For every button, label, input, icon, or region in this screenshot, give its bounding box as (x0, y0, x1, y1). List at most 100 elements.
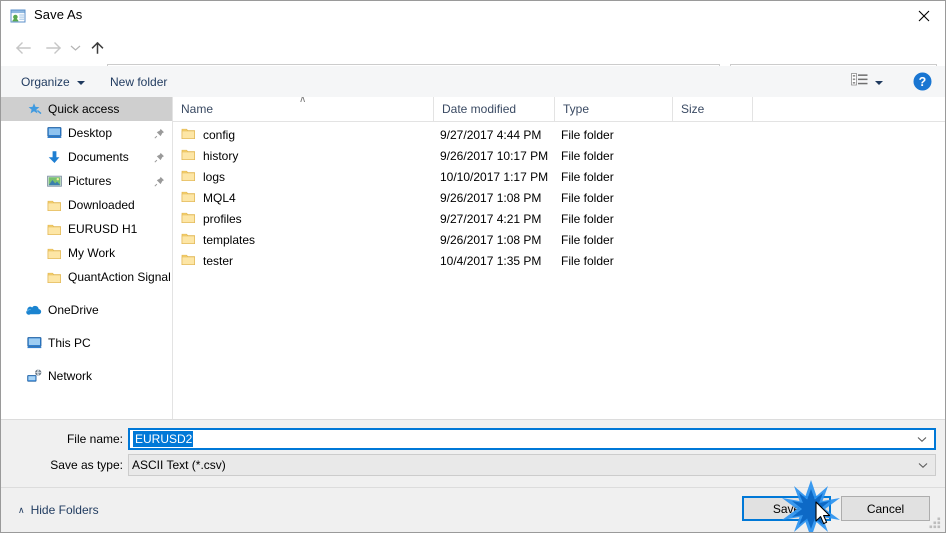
folder-icon (181, 211, 196, 225)
file-name-label: File name: (66, 432, 123, 446)
save-button[interactable]: Save (742, 496, 831, 521)
file-date-modified: 9/27/2017 4:21 PM (440, 211, 542, 226)
command-bar: Organize New folder ? (1, 66, 945, 98)
documents-download-icon (46, 149, 62, 165)
table-row[interactable]: logs 10/10/2017 1:17 PM File folder (173, 166, 945, 187)
sidebar-item-pictures[interactable]: Pictures (1, 169, 172, 193)
table-row[interactable]: history 9/26/2017 10:17 PM File folder (173, 145, 945, 166)
sidebar-item-quantaction-signal[interactable]: QuantAction Signal (1, 265, 172, 289)
resize-grip-icon[interactable] (929, 517, 942, 530)
pin-icon[interactable] (150, 176, 168, 187)
sidebar-item-network[interactable]: Network (1, 364, 172, 388)
file-date-modified: 10/10/2017 1:17 PM (440, 169, 549, 184)
folder-icon (181, 148, 196, 162)
sidebar-item-this-pc[interactable]: This PC (1, 331, 172, 355)
view-layout-icon (851, 72, 868, 92)
column-header-date-modified[interactable]: Date modified (434, 97, 555, 121)
sidebar-item-label: EURUSD H1 (68, 222, 138, 236)
table-row[interactable]: profiles 9/27/2017 4:21 PM File folder (173, 208, 945, 229)
help-icon: ? (913, 72, 932, 91)
chevron-up-icon: ∧ (18, 504, 25, 515)
file-name: tester (203, 253, 234, 268)
star-pin-icon (26, 101, 42, 117)
chevron-down-icon[interactable] (914, 462, 931, 469)
sidebar-item-label: OneDrive (48, 303, 99, 317)
file-date-modified: 9/26/2017 10:17 PM (440, 148, 549, 163)
sidebar-item-label: Downloaded (68, 198, 135, 212)
pictures-icon (46, 173, 62, 189)
file-name-input[interactable]: EURUSD2 (128, 428, 936, 450)
file-type: File folder (561, 127, 614, 142)
organize-label: Organize (21, 74, 70, 89)
pin-icon[interactable] (150, 128, 168, 139)
file-type: File folder (561, 211, 614, 226)
arrow-left-icon (15, 42, 31, 54)
help-button[interactable]: ? (913, 72, 932, 91)
file-name: logs (203, 169, 226, 184)
up-one-level-button[interactable] (83, 34, 111, 62)
file-type: File folder (561, 232, 614, 247)
column-header-row: ∧ Name Date modified Type Size (173, 97, 945, 122)
chevron-down-icon (875, 73, 883, 91)
save-as-type-select[interactable]: ASCII Text (*.csv) (128, 454, 936, 476)
sidebar-item-documents[interactable]: Documents (1, 145, 172, 169)
file-type: File folder (561, 190, 614, 205)
back-button[interactable] (9, 34, 37, 62)
cancel-button-label: Cancel (866, 501, 905, 516)
file-date-modified: 10/4/2017 1:35 PM (440, 253, 542, 268)
table-row[interactable]: templates 9/26/2017 1:08 PM File folder (173, 229, 945, 250)
folder-icon (181, 232, 196, 246)
folder-icon (181, 127, 196, 141)
file-type: File folder (561, 253, 614, 268)
sidebar-item-eurusd-h1[interactable]: EURUSD H1 (1, 217, 172, 241)
sidebar-item-my-work[interactable]: My Work (1, 241, 172, 265)
window-title: Save As (34, 7, 83, 22)
sidebar-item-desktop[interactable]: Desktop (1, 121, 172, 145)
file-name-value[interactable]: EURUSD2 (133, 431, 194, 447)
save-as-dialog: Save As Organize New folder ? Quick acce… (0, 0, 946, 533)
sidebar-item-downloaded[interactable]: Downloaded (1, 193, 172, 217)
sidebar-item-quick-access[interactable]: Quick access (1, 97, 172, 121)
change-view-button[interactable] (845, 70, 889, 93)
sidebar-item-label: Documents (68, 150, 129, 164)
file-name: templates (203, 232, 256, 247)
desktop-icon (46, 125, 62, 141)
sidebar-item-onedrive[interactable]: OneDrive (1, 298, 172, 322)
save-form: File name: EURUSD2 Save as type: ASCII T… (1, 419, 945, 488)
folder-icon (46, 269, 62, 285)
sidebar-item-label: QuantAction Signal (68, 270, 171, 284)
save-button-label: Save (772, 501, 801, 516)
file-date-modified: 9/26/2017 1:08 PM (440, 190, 542, 205)
file-date-modified: 9/27/2017 4:44 PM (440, 127, 542, 142)
organize-button[interactable]: Organize (14, 70, 92, 93)
file-date-modified: 9/26/2017 1:08 PM (440, 232, 542, 247)
sidebar-item-label: Network (48, 369, 93, 383)
close-button[interactable] (901, 1, 945, 30)
new-folder-label: New folder (110, 74, 168, 89)
folder-icon (181, 253, 196, 267)
chevron-down-icon[interactable] (913, 436, 930, 443)
column-header-name[interactable]: Name (173, 97, 434, 121)
table-row[interactable]: config 9/27/2017 4:44 PM File folder (173, 124, 945, 145)
column-header-type[interactable]: Type (555, 97, 673, 121)
table-row[interactable]: tester 10/4/2017 1:35 PM File folder (173, 250, 945, 271)
folder-icon (181, 169, 196, 183)
forward-button[interactable] (39, 34, 67, 62)
dialog-body: Quick access Desktop Documents Pictures … (1, 97, 945, 419)
hide-folders-button[interactable]: ∧ Hide Folders (13, 499, 104, 521)
pin-icon[interactable] (150, 152, 168, 163)
this-pc-icon (26, 335, 42, 351)
save-as-type-value: ASCII Text (*.csv) (132, 458, 226, 472)
table-row[interactable]: MQL4 9/26/2017 1:08 PM File folder (173, 187, 945, 208)
title-bar: Save As (1, 1, 945, 31)
cancel-button[interactable]: Cancel (841, 496, 930, 521)
save-as-type-label: Save as type: (50, 458, 123, 472)
column-header-label: Name (181, 102, 214, 116)
file-name: profiles (203, 211, 242, 226)
folder-icon (46, 221, 62, 237)
column-header-size[interactable]: Size (673, 97, 753, 121)
folder-icon (181, 190, 196, 204)
new-folder-button[interactable]: New folder (103, 70, 174, 93)
recent-locations-button[interactable] (65, 34, 85, 62)
